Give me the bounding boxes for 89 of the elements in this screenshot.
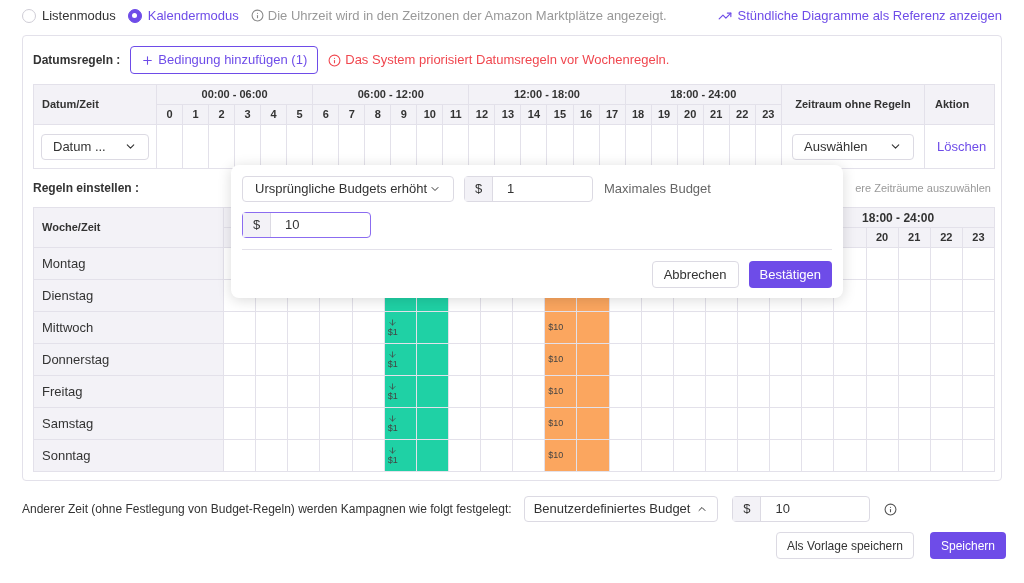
column-header: 22 [729, 104, 756, 125]
budget-label: $10 [548, 450, 565, 461]
column-header: Aktion [924, 84, 995, 125]
cancel-button[interactable]: Abbrechen [651, 261, 739, 288]
column-header: 14 [520, 104, 547, 125]
column-header: 18 [625, 104, 652, 125]
save-button[interactable]: Speichern [929, 532, 1006, 559]
column-header: 1 [182, 104, 209, 125]
day-cell: Dienstag [33, 279, 224, 312]
max-budget-field[interactable]: $ 10 [242, 212, 371, 238]
hint-text: ere Zeiträume auszuwählen [855, 180, 991, 196]
column-header: 23 [962, 227, 995, 248]
chart-link[interactable]: Stündliche Diagramme als Referenz anzeigen [717, 5, 1002, 26]
column-header: 21 [898, 227, 931, 248]
add-condition-button[interactable]: Bedingung hinzufügen (1) [130, 46, 319, 74]
column-header: 2 [208, 104, 235, 125]
column-header: 0 [156, 104, 183, 125]
mode-radio[interactable]: Listenmodus [22, 5, 116, 26]
save-template-button[interactable]: Als Vorlage speichern [775, 532, 914, 559]
currency-label: $ [733, 497, 762, 521]
column-header: 6 [312, 104, 339, 125]
warning-text: Das System priorisiert Datumsregeln vor Wochenregeln. [345, 51, 670, 70]
plus-icon [141, 53, 155, 67]
column-header: 4 [260, 104, 287, 125]
column-header: 11 [442, 104, 469, 125]
amount-value: 10 [774, 500, 791, 519]
column-header: 18:00 - 24:00 [625, 84, 782, 105]
budget-label: $1 [387, 454, 399, 466]
arrow-down-icon [387, 413, 397, 423]
column-header: 20 [677, 104, 704, 125]
budget-label: $10 [548, 386, 565, 397]
currency-label: $ [243, 213, 271, 237]
day-cell: Mittwoch [33, 311, 224, 344]
column-header: 12 [468, 104, 495, 125]
column-header: 3 [234, 104, 261, 125]
column-header: Woche/Zeit [33, 207, 224, 248]
confirm-button[interactable]: Bestätigen [748, 261, 832, 288]
currency-label: $ [465, 177, 493, 201]
day-cell: Samstag [33, 407, 224, 440]
range-select[interactable]: Auswählen [792, 133, 914, 160]
section-title: Regeln einstellen : [33, 180, 140, 197]
column-header: 19 [651, 104, 678, 125]
column-header: 20 [866, 227, 899, 248]
column-header: 12:00 - 18:00 [468, 84, 626, 105]
budget-label: $1 [387, 390, 399, 402]
column-header: 9 [390, 104, 417, 125]
column-header: 8 [364, 104, 391, 125]
arrow-down-icon [387, 317, 397, 327]
info-icon [250, 9, 264, 22]
budget-label: $1 [387, 422, 399, 434]
default-budget-field[interactable]: $ 10 [732, 496, 871, 522]
column-header: 16 [573, 104, 600, 125]
date-select[interactable]: Datum ... [41, 133, 149, 160]
arrow-down-icon [387, 381, 397, 391]
column-header: 00:00 - 06:00 [156, 84, 313, 105]
budget-label: $10 [548, 418, 565, 429]
column-header: 5 [286, 104, 313, 125]
budget-label: $10 [548, 354, 565, 365]
warning-icon [328, 53, 342, 67]
max-budget-label: Maximales Budget [604, 180, 711, 199]
budget-label: $1 [387, 326, 399, 338]
section-title: Datumsregeln : [33, 52, 121, 69]
day-cell: Sonntag [33, 439, 224, 472]
arrow-down-icon [387, 445, 397, 455]
column-header: Datum/Zeit [33, 84, 157, 125]
column-header: Zeitraum ohne Regeln [781, 84, 925, 125]
column-header: 10 [416, 104, 443, 125]
amount-value: 1 [506, 180, 516, 199]
arrow-down-icon [387, 349, 397, 359]
day-cell: Donnerstag [33, 343, 224, 376]
day-cell: Montag [33, 247, 224, 280]
timezone-note: Die Uhrzeit wird in den Zeitzonen der Amazon Marktplätze angezeigt. [267, 6, 667, 25]
amount-field[interactable]: $ 1 [464, 176, 593, 202]
column-header: 22 [930, 227, 963, 248]
budget-label: $10 [548, 322, 565, 333]
mode-radio[interactable]: Kalendermodus [127, 5, 239, 26]
budget-label: $1 [387, 358, 399, 370]
column-header: 15 [546, 104, 573, 125]
budget-type-select[interactable]: Benutzerdefiniertes Budget [523, 496, 719, 522]
day-cell: Freitag [33, 375, 224, 408]
column-header: 17 [599, 104, 626, 125]
mode-select[interactable]: Ursprüngliche Budgets erhöht [242, 176, 454, 202]
column-header: 06:00 - 12:00 [312, 84, 469, 105]
column-header: 21 [703, 104, 730, 125]
column-header: 7 [338, 104, 365, 125]
amount-value: 10 [284, 216, 301, 235]
info-icon [884, 502, 898, 516]
other-time-label: Anderer Zeit (ohne Festlegung von Budget-Regeln) werden Kampagnen wie folgt festgelegt: [22, 501, 512, 518]
column-header: 13 [494, 104, 521, 125]
